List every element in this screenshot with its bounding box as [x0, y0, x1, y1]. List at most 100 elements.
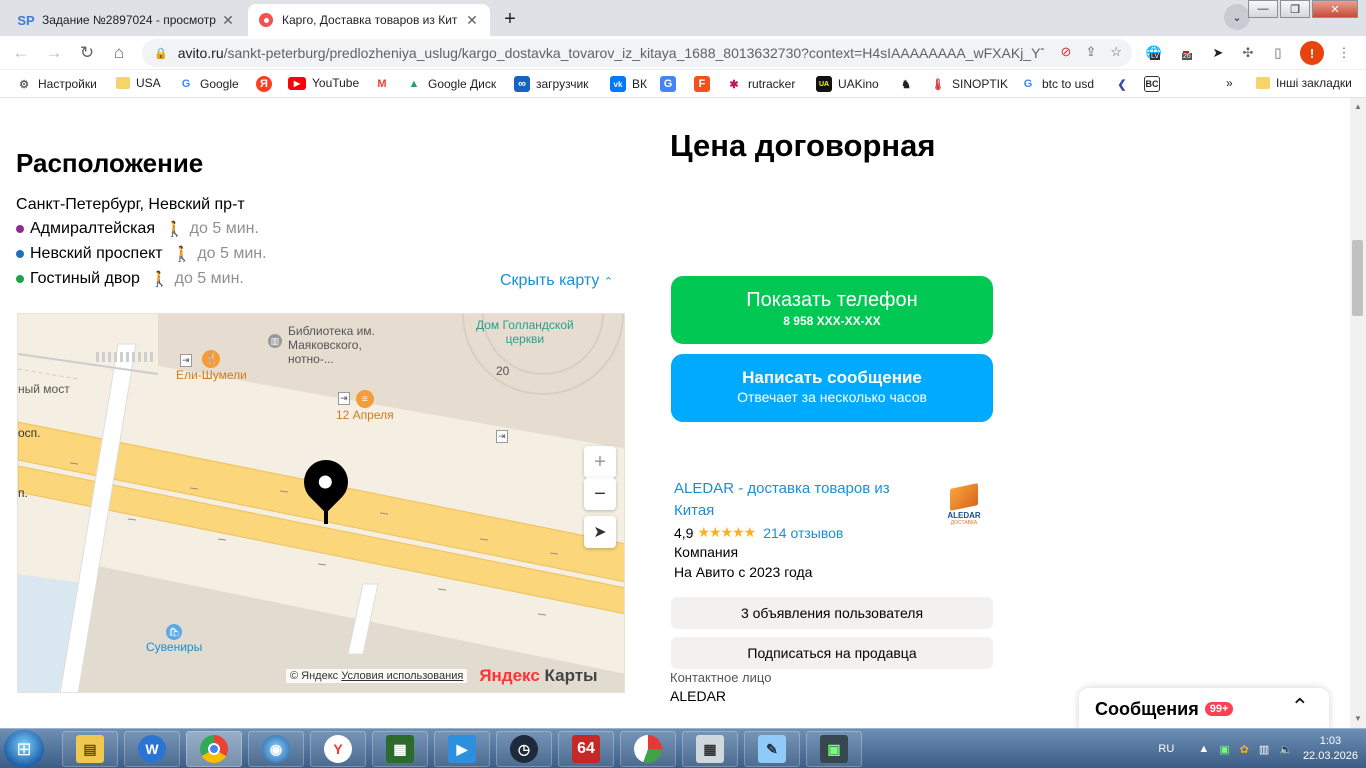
chart-icon[interactable]	[620, 731, 676, 767]
bookmark-settings[interactable]: ⚙ Настройки	[16, 76, 97, 92]
bookmark-btc[interactable]: Gbtc to usd	[1020, 76, 1094, 92]
clock[interactable]: 1:03 22.03.2026	[1303, 734, 1358, 764]
bookmark-yandex[interactable]: Я	[256, 76, 272, 92]
bookmark-arrow[interactable]: ❮	[1114, 76, 1130, 92]
bookmarks-bar: ⚙ Настройки USA G Google Я ▶ YouTube M ▲ Goo…	[0, 70, 1366, 98]
show-phone-button[interactable]: Показать телефон 8 958 XXX-XX-XX	[671, 276, 993, 344]
hide-map-link[interactable]: Скрыть карту ⌃	[500, 272, 613, 290]
explorer-icon[interactable]: ▤	[62, 731, 118, 767]
bookmarks-more[interactable]: »	[1226, 76, 1233, 90]
scroll-up-icon[interactable]: ▲	[1354, 102, 1362, 111]
language-indicator[interactable]: RU	[1158, 743, 1174, 755]
arrow-icon: ❮	[1117, 78, 1127, 91]
media-icon[interactable]: ▦	[372, 731, 428, 767]
page-content: Расположение Санкт-Петербург, Невский пр…	[0, 98, 1350, 728]
messages-widget[interactable]: Сообщения 99+ ⌃	[1079, 688, 1329, 728]
bookmark-downloader[interactable]: ∞ загрузчик	[514, 76, 588, 92]
scrollbar-thumb[interactable]	[1352, 240, 1363, 316]
folder-icon	[116, 77, 130, 89]
stars-icon: ★★★★★	[697, 524, 756, 540]
map-poi-church[interactable]: Дом Голландской церкви	[476, 318, 574, 346]
map[interactable]: ный мост осп. п. 20 ▥ Библиотека им. Мая…	[17, 313, 625, 693]
zoom-in-button[interactable]: +	[584, 446, 616, 478]
tab-search-icon[interactable]: ⌄	[1224, 4, 1250, 30]
monitor-icon[interactable]: ▣	[806, 731, 862, 767]
bookmark-youtube[interactable]: ▶ YouTube	[288, 76, 359, 90]
seller-rating: 4,9 ★★★★★ 214 отзывов	[674, 524, 843, 541]
reviews-link[interactable]: 214 отзывов	[763, 525, 843, 541]
bookmark-f[interactable]: F	[694, 76, 710, 92]
close-icon[interactable]: ✕	[464, 12, 480, 29]
metro-station: Гостиный двор 🚶 до 5 мин.	[16, 270, 244, 288]
back-icon[interactable]: ←	[10, 42, 32, 64]
bookmark-chess[interactable]: ♞	[898, 76, 914, 92]
bookmark-uakino[interactable]: UA UAKino	[816, 76, 879, 92]
bookmark-usa[interactable]: USA	[116, 76, 161, 90]
page-scrollbar[interactable]: ▲ ▼	[1350, 98, 1366, 728]
extension-badge-icon[interactable]: ■26	[1176, 43, 1196, 63]
tray-app-icon[interactable]: ▣	[1219, 743, 1229, 756]
user-ads-button[interactable]: 3 объявления пользователя	[671, 597, 993, 629]
close-icon[interactable]: ✕	[220, 12, 236, 29]
write-message-button[interactable]: Написать сообщение Отвечает за несколько…	[671, 354, 993, 422]
wm-icon[interactable]: W	[124, 731, 180, 767]
reload-icon[interactable]: ↻	[76, 42, 98, 64]
seller-logo[interactable]: ALEDAR ДОСТАВКА	[942, 483, 986, 528]
profile-avatar[interactable]: !	[1300, 41, 1324, 65]
sidepanel-icon[interactable]: ▯	[1268, 43, 1288, 63]
clock-icon[interactable]: ◷	[496, 731, 552, 767]
bookmark-google[interactable]: G Google	[178, 76, 239, 92]
map-poi-library[interactable]: ▥ Библиотека им. Маяковского, нотно-...	[268, 324, 375, 366]
network-tray-icon[interactable]: ▥	[1259, 743, 1269, 756]
bookmark-gmail[interactable]: M	[374, 76, 390, 92]
tab-avito[interactable]: Карго, Доставка товаров из Кит ✕	[248, 4, 490, 36]
chrome-icon[interactable]	[186, 731, 242, 767]
seller-name-link[interactable]: ALEDAR - доставка товаров из Китая	[674, 478, 914, 522]
tab-bar: SP Задание №2897024 - просмотр ✕ Карго, …	[0, 0, 1366, 36]
subscribe-button[interactable]: Подписаться на продавца	[671, 637, 993, 669]
chevron-up-icon[interactable]: ⌃	[1291, 694, 1309, 720]
blocked-icon[interactable]: ⊘	[1061, 44, 1072, 60]
globe-extension-icon[interactable]: 🌐LV	[1144, 43, 1164, 63]
yandex-maps-logo[interactable]: Яндекс Карты	[479, 666, 597, 686]
map-terms-link[interactable]: Условия использования	[341, 670, 463, 682]
bookmark-rutracker[interactable]: ✱ rutracker	[726, 76, 795, 92]
gear-icon: ⚙	[19, 78, 29, 91]
forward-icon[interactable]: →	[43, 42, 65, 64]
tray-color-icon[interactable]: ✿	[1240, 743, 1249, 756]
bookmark-translate[interactable]: G	[660, 76, 676, 92]
geolocation-button[interactable]: ➤	[584, 516, 616, 548]
close-window-button[interactable]: ✕	[1312, 0, 1358, 18]
bookmark-bc[interactable]: BC	[1144, 76, 1160, 92]
notes-icon[interactable]: ✎	[744, 731, 800, 767]
puzzle-icon[interactable]: ✣	[1238, 43, 1258, 63]
address-bar[interactable]: 🔒 avito.ru /sankt-peterburg/predlozheniy…	[142, 39, 1132, 67]
volume-icon[interactable]: 🔈	[1279, 743, 1293, 756]
zoom-out-button[interactable]: −	[584, 478, 616, 510]
bookmark-vk[interactable]: vk ВК	[610, 76, 647, 92]
menu-icon[interactable]: ⋮	[1334, 43, 1354, 63]
start-button[interactable]: ⊞	[4, 730, 44, 768]
lock-icon[interactable]: 🔒	[154, 47, 168, 60]
calculator-icon[interactable]: ▦	[682, 731, 738, 767]
new-tab-button[interactable]: +	[496, 5, 524, 33]
map-poi-souvenirs[interactable]: 🛍 Сувениры	[146, 624, 202, 654]
64-icon[interactable]: 64	[558, 731, 614, 767]
contact-label: Контактное лицо	[670, 670, 772, 685]
scroll-down-icon[interactable]: ▼	[1354, 714, 1362, 723]
star-icon[interactable]: ☆	[1110, 44, 1122, 60]
bookmark-other[interactable]: Інші закладки	[1256, 76, 1352, 90]
share-icon[interactable]: ⇪	[1085, 44, 1096, 60]
home-icon[interactable]: ⌂	[108, 42, 130, 64]
tab-task[interactable]: SP Задание №2897024 - просмотр ✕	[8, 4, 246, 36]
tray-expand-icon[interactable]: ▲	[1198, 743, 1209, 755]
yandex-browser-icon[interactable]: Y	[310, 731, 366, 767]
bookmark-drive[interactable]: ▲ Google Диск	[406, 76, 497, 92]
minimize-button[interactable]: —	[1248, 0, 1278, 18]
player-icon[interactable]: ▶	[434, 731, 490, 767]
entrance-icon: ⇥	[338, 392, 350, 405]
maximize-button[interactable]: ❐	[1280, 0, 1310, 18]
arrow-extension-icon[interactable]: ➤	[1208, 43, 1228, 63]
network-icon[interactable]: ◉	[248, 731, 304, 767]
bookmark-sinoptik[interactable]: 🌡 SINOPTIK	[930, 76, 1008, 92]
